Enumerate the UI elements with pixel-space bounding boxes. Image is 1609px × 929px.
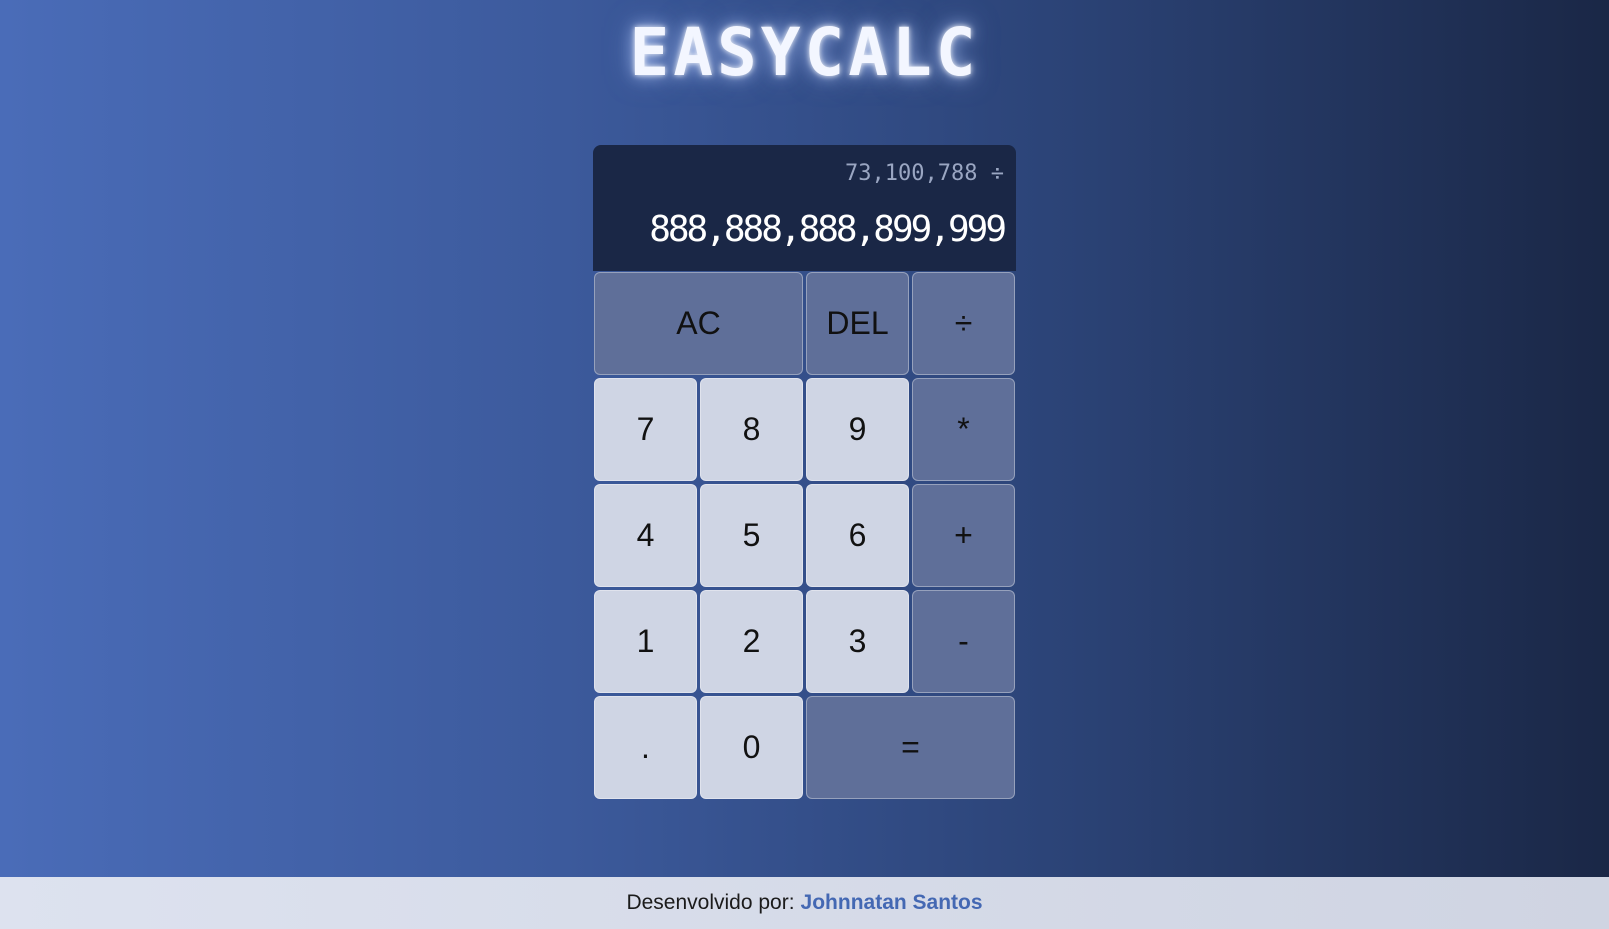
calculator: 73,100,788 ÷ 888,888,888,899,999 AC DEL … xyxy=(593,145,1016,800)
digit-3-button[interactable]: 3 xyxy=(806,590,909,693)
keypad: AC DEL ÷ 7 8 9 * 4 5 6 + 1 2 3 - . 0 = xyxy=(593,272,1016,799)
digit-7-button[interactable]: 7 xyxy=(594,378,697,481)
equals-button[interactable]: = xyxy=(806,696,1015,799)
decimal-point-button[interactable]: . xyxy=(594,696,697,799)
digit-6-button[interactable]: 6 xyxy=(806,484,909,587)
digit-1-button[interactable]: 1 xyxy=(594,590,697,693)
digit-8-button[interactable]: 8 xyxy=(700,378,803,481)
footer: Desenvolvido por: Johnnatan Santos xyxy=(0,877,1609,929)
digit-0-button[interactable]: 0 xyxy=(700,696,803,799)
digit-2-button[interactable]: 2 xyxy=(700,590,803,693)
divide-button[interactable]: ÷ xyxy=(912,272,1015,375)
footer-credit-label: Desenvolvido por: xyxy=(626,891,795,914)
delete-button[interactable]: DEL xyxy=(806,272,909,375)
author-link[interactable]: Johnnatan Santos xyxy=(801,891,983,915)
multiply-button[interactable]: * xyxy=(912,378,1015,481)
all-clear-button[interactable]: AC xyxy=(594,272,803,375)
digit-5-button[interactable]: 5 xyxy=(700,484,803,587)
previous-operand: 73,100,788 ÷ xyxy=(845,161,1004,186)
plus-button[interactable]: + xyxy=(912,484,1015,587)
digit-4-button[interactable]: 4 xyxy=(594,484,697,587)
current-operand: 888,888,888,899,999 xyxy=(649,209,1007,250)
minus-button[interactable]: - xyxy=(912,590,1015,693)
digit-9-button[interactable]: 9 xyxy=(806,378,909,481)
app-title: EASYCALC xyxy=(629,14,980,91)
calculator-display: 73,100,788 ÷ 888,888,888,899,999 xyxy=(593,145,1016,271)
